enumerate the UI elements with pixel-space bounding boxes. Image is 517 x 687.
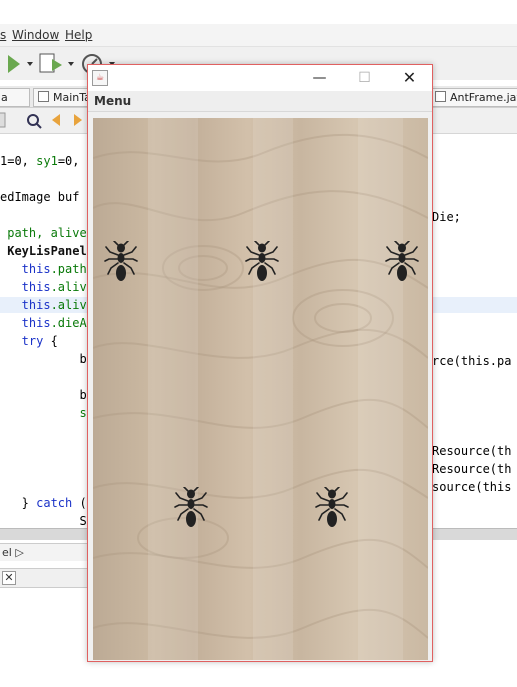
code-line[interactable]: try { (0, 332, 58, 350)
code-line-fragment[interactable]: Resource(th (432, 460, 511, 478)
source-icon[interactable] (0, 112, 6, 128)
code-token: this (0, 316, 51, 330)
code-line[interactable]: b (0, 458, 94, 476)
code-line[interactable]: this.alive (0, 296, 94, 314)
code-line[interactable]: path, alive (0, 224, 87, 242)
menu-item-help[interactable]: Help (65, 28, 92, 42)
wood-grain-texture (93, 118, 428, 660)
output-tab-bar: ✕ (0, 568, 90, 588)
menu-item-s[interactable]: s (0, 28, 6, 42)
editor-toolbar-icons (0, 112, 82, 129)
breadcrumb: el ▷ (0, 543, 90, 561)
close-button[interactable]: ✕ (387, 65, 432, 91)
run-icon[interactable] (8, 55, 20, 73)
tab-label: a (1, 91, 8, 104)
code-line[interactable]: } catch (I (0, 494, 94, 512)
window-titlebar[interactable]: ☕ — ☐ ✕ (88, 65, 432, 91)
code-token: b (0, 442, 94, 456)
code-token: } (0, 496, 37, 510)
code-token: KeyLisPanel (0, 244, 87, 258)
code-token: .path (50, 262, 87, 276)
code-token: { (43, 334, 58, 348)
code-line-fragment[interactable]: rce(this.pa (432, 352, 511, 370)
ide-menubar: s Window Help (0, 24, 517, 46)
close-icon[interactable]: ✕ (2, 571, 16, 585)
editor-tab-a[interactable]: a (0, 88, 30, 107)
maximize-button[interactable]: ☐ (342, 65, 387, 91)
code-token: Sy (0, 514, 94, 528)
code-line-fragment[interactable]: Die; (432, 208, 461, 226)
java-file-icon (435, 91, 446, 102)
code-line[interactable]: bu (0, 386, 94, 404)
code-token: try (0, 334, 44, 348)
code-line[interactable]: this.alive (0, 278, 94, 296)
code-line[interactable]: bu (0, 350, 94, 368)
code-token: this (0, 298, 51, 312)
back-icon[interactable] (52, 114, 60, 126)
code-token: this (0, 262, 51, 276)
code-token: this (0, 280, 51, 294)
code-token: 1=0, (0, 154, 37, 168)
code-line[interactable]: this.path (0, 260, 87, 278)
code-token: b (0, 460, 94, 474)
dropdown-icon[interactable] (68, 62, 74, 66)
code-line[interactable]: KeyLisPanel (0, 242, 87, 260)
code-line[interactable]: sy (0, 404, 94, 422)
code-line-fragment[interactable]: source(this (432, 478, 511, 496)
ant-icon[interactable] (103, 241, 139, 287)
java-file-icon (38, 91, 49, 102)
code-token: bu (0, 352, 94, 366)
code-token: sy1 (36, 154, 58, 168)
editor-tab-antframe[interactable]: AntFrame.java (430, 88, 517, 107)
code-token: catch (36, 496, 73, 510)
chevron-right-icon[interactable]: ▷ (15, 546, 23, 559)
frame-menubar: Menu (88, 91, 432, 112)
dropdown-icon[interactable] (27, 62, 33, 66)
code-token: =0, (57, 154, 87, 168)
code-line[interactable]: 1=0, sy1=0, (0, 152, 87, 170)
tab-label: MainTa (53, 91, 91, 104)
ant-frame-window: ☕ — ☐ ✕ Menu (87, 64, 433, 662)
find-icon[interactable] (27, 114, 42, 129)
code-token: bu (0, 388, 94, 402)
ant-icon[interactable] (244, 241, 280, 287)
menu-button[interactable]: Menu (94, 94, 131, 108)
forward-icon[interactable] (74, 114, 82, 126)
menu-item-window[interactable]: Window (12, 28, 59, 42)
editor-tab-maintab[interactable]: MainTa (33, 88, 93, 107)
code-line[interactable]: this.dieAn (0, 314, 94, 332)
minimize-button[interactable]: — (297, 65, 342, 91)
code-line[interactable]: b (0, 440, 94, 458)
code-token: path, alive (0, 226, 87, 240)
ant-icon[interactable] (384, 241, 420, 287)
code-line-fragment[interactable]: Resource(th (432, 442, 511, 460)
code-line[interactable]: edImage buf (0, 188, 79, 206)
java-app-icon: ☕ (92, 70, 108, 86)
wood-game-panel[interactable] (93, 118, 428, 660)
debug-icon[interactable] (39, 53, 62, 73)
code-token: edImage buf (0, 190, 80, 204)
tab-label: AntFrame.java (450, 91, 517, 104)
ant-icon[interactable] (314, 487, 350, 533)
ant-icon[interactable] (173, 487, 209, 533)
code-token: sy (0, 406, 94, 420)
breadcrumb-label: el (2, 546, 12, 559)
